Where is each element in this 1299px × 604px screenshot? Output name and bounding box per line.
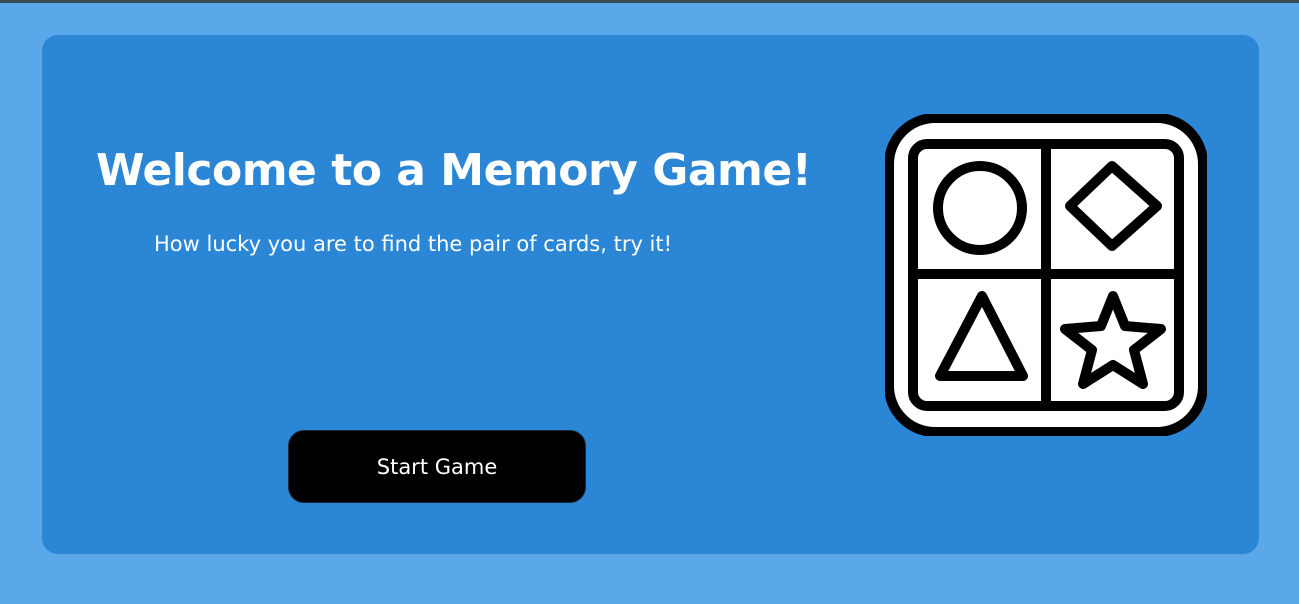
welcome-panel: Welcome to a Memory Game! How lucky you … bbox=[42, 35, 1259, 554]
start-game-button[interactable]: Start Game bbox=[288, 430, 586, 503]
page-subtitle: How lucky you are to find the pair of ca… bbox=[154, 232, 673, 256]
memory-shapes-grid-icon bbox=[884, 113, 1208, 437]
window-top-border bbox=[0, 0, 1299, 3]
page-title: Welcome to a Memory Game! bbox=[96, 145, 812, 196]
